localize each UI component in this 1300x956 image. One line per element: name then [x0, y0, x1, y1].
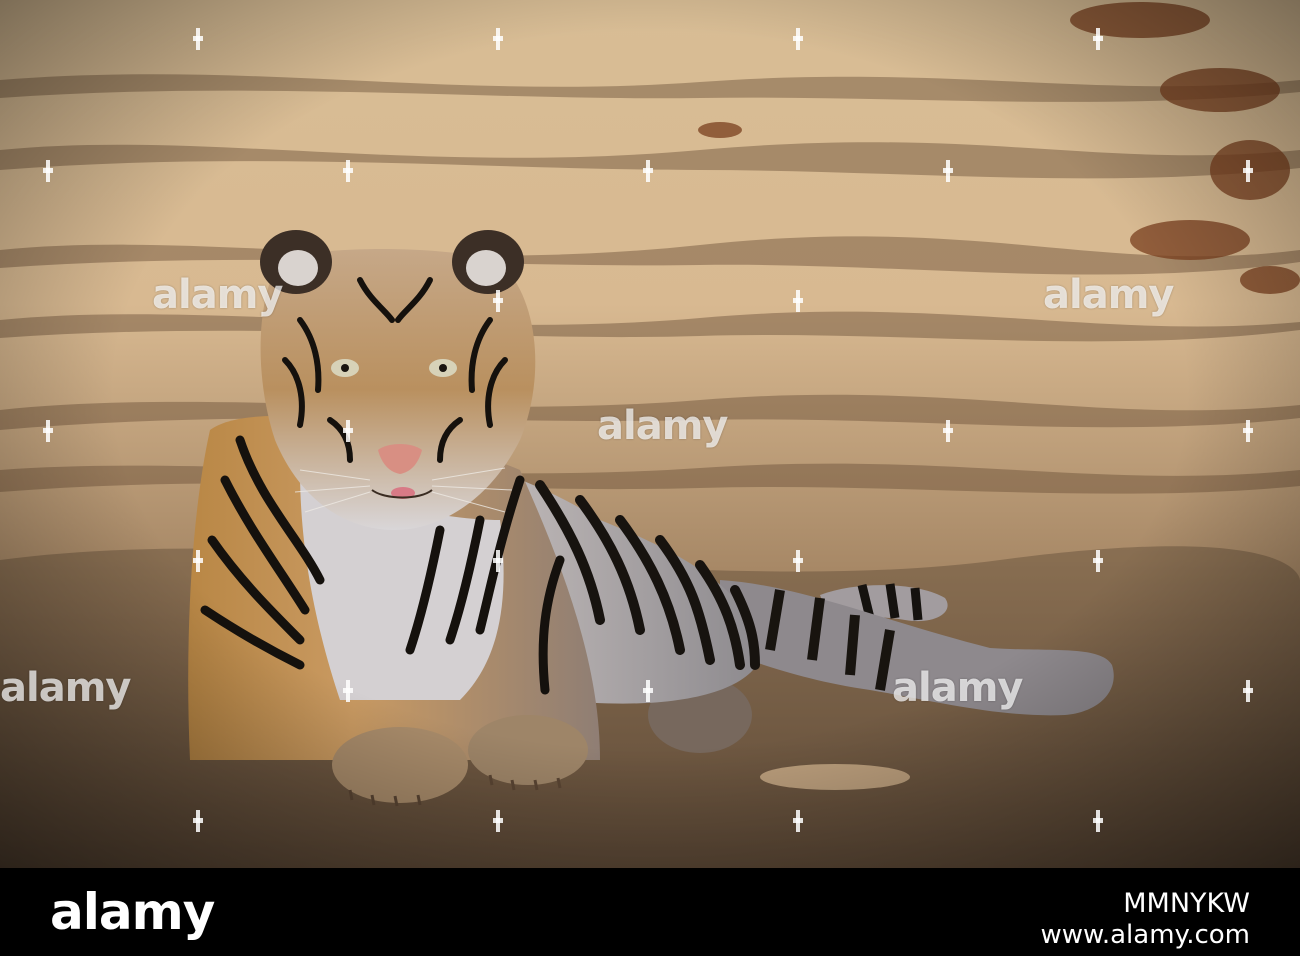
- watermark-plus-icon: [1243, 160, 1253, 182]
- watermark-plus-icon: [193, 550, 203, 572]
- watermark-plus-icon: [643, 160, 653, 182]
- watermark-text: alamy: [152, 272, 283, 318]
- stock-photo-page: alamy alamy alamy alamy alamy alamy MMNY…: [0, 0, 1300, 956]
- watermark-plus-icon: [1093, 810, 1103, 832]
- watermark-plus-icon: [193, 28, 203, 50]
- watermark-plus-icon: [493, 290, 503, 312]
- watermark-plus-icon: [943, 420, 953, 442]
- watermark-plus-icon: [1093, 550, 1103, 572]
- site-url[interactable]: www.alamy.com: [1040, 920, 1250, 950]
- watermark-plus-icon: [793, 550, 803, 572]
- alamy-logo: alamy: [50, 883, 215, 941]
- watermark-text: alamy: [892, 665, 1023, 711]
- watermark-plus-icon: [793, 28, 803, 50]
- watermark-plus-icon: [493, 810, 503, 832]
- footer-bar: alamy MMNYKW www.alamy.com: [0, 868, 1300, 956]
- watermark-plus-icon: [343, 420, 353, 442]
- watermark-plus-icon: [43, 160, 53, 182]
- watermark-plus-icon: [1243, 420, 1253, 442]
- watermark-plus-icon: [493, 28, 503, 50]
- watermark-plus-icon: [43, 420, 53, 442]
- watermark-text: alamy: [0, 665, 131, 711]
- watermark-plus-icon: [643, 680, 653, 702]
- watermark-plus-icon: [793, 810, 803, 832]
- watermark-plus-icon: [943, 160, 953, 182]
- image-id: MMNYKW: [1123, 888, 1250, 919]
- watermark-text: alamy: [597, 403, 728, 449]
- watermark-plus-icon: [493, 550, 503, 572]
- watermark-text: alamy: [1043, 272, 1174, 318]
- watermark-plus-icon: [343, 160, 353, 182]
- watermark-plus-icon: [1093, 28, 1103, 50]
- watermark-plus-icon: [343, 680, 353, 702]
- watermark-plus-icon: [1243, 680, 1253, 702]
- watermark-plus-icon: [193, 810, 203, 832]
- watermark-plus-icon: [793, 290, 803, 312]
